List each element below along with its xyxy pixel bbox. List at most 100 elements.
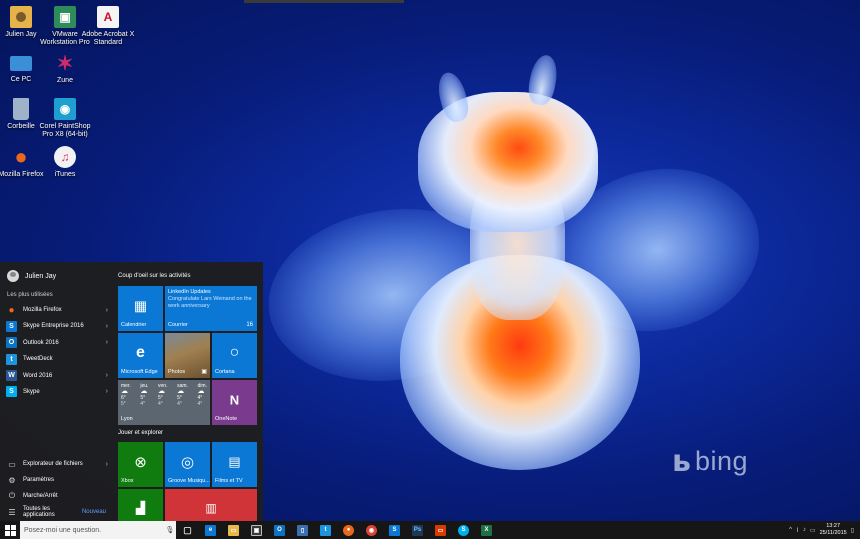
chevron-right-icon[interactable]: › [100,388,108,395]
chevron-right-icon[interactable]: › [106,461,108,468]
app-red-icon: ▭ [435,524,446,536]
zune-icon: ✶ [56,52,74,75]
file-explorer-icon: ▭ [228,524,239,536]
taskbar-photoshop[interactable]: Ps [406,521,429,539]
tile-group-title: Coup d'oeil sur les activités [118,273,191,279]
most-used-header: Les plus utilisées [7,292,53,298]
taskbar-red-app[interactable]: ▭ [429,521,452,539]
tile-money[interactable]: ▟ [118,489,163,521]
onenote-icon: N [229,392,240,408]
bing-watermark: ь bing [672,446,748,477]
tile-xbox[interactable]: ⊗ Xbox [118,442,163,487]
tile-films-tv[interactable]: ▤ Films et TV [212,442,257,487]
start-system-list: ▭ Explorateur de fichiers › ⚙ Paramètres… [6,456,108,520]
system-item-label: Paramètres [23,477,55,483]
desktop-icon-paintshop[interactable]: ◉ Corel PaintShop Pro X8 (64-bit) [37,98,93,139]
photos-icon: ▣ [201,369,207,375]
tile-groove[interactable]: ◎ Groove Musiqu... [165,442,210,487]
all-apps-item[interactable]: ☰ Toutes les applications Nouveau [6,504,108,520]
tile-group-title: Jouer et explorer [118,430,164,436]
taskbar-skype[interactable]: S [452,521,475,539]
most-used-list: ● Mozilla Firefox › S Skype Entreprise 2… [6,302,108,400]
app-item-outlook[interactable]: O Outlook 2016 › [6,335,108,351]
app-item-tweetdeck[interactable]: t TweetDeck [6,351,108,367]
taskbar-excel[interactable]: X [475,521,498,539]
tile-calendar[interactable]: ▦ Calendrier [118,286,163,331]
desktop-icon-zune[interactable]: ✶ Zune [37,52,93,85]
tile-photos[interactable]: Photos ▣ [165,333,210,378]
user-folder-icon [10,6,32,28]
clock[interactable]: 13:27 25/11/2015 [820,523,847,537]
taskbar-firefox[interactable]: ● [337,521,360,539]
mail-preview: Congratulate Lars Weinand on the work an… [168,296,252,309]
app-item-label: Word 2016 [23,372,53,379]
taskbar-store[interactable]: ▣ [245,521,268,539]
tile-label: Cortana [215,369,235,375]
all-apps-icon: ☰ [8,507,16,517]
edge-icon: e [205,524,216,536]
taskbar-outlook[interactable]: O [268,521,291,539]
app-item-skype[interactable]: S Skype › [6,384,108,400]
chevron-up-icon[interactable]: ^ [789,527,792,533]
app-item-firefox[interactable]: ● Mozilla Firefox › [6,302,108,318]
tile-weather[interactable]: mer. ☁ 6° 5° jeu. ☁ 5° 4° ven. ☁ 5° 4° sam. ☁ 5° 4° … [118,380,210,425]
skype-business-icon: S [389,524,400,536]
microphone-icon[interactable]: 🎙 [164,526,176,534]
chevron-right-icon[interactable]: › [100,339,108,346]
edge-icon: e [136,344,145,362]
volume-icon[interactable]: ♪ [803,527,806,533]
file-explorer-item[interactable]: ▭ Explorateur de fichiers › [6,456,108,472]
money-chart-icon: ▟ [135,501,146,516]
computer-icon [10,56,32,71]
start-button[interactable] [0,521,20,539]
tile-news[interactable]: ▥ [165,489,257,521]
settings-icon: ⚙ [8,475,16,485]
network-icon[interactable]: ⌇ [796,527,799,534]
desktop-icon-acrobat[interactable]: A Adobe Acrobat X Standard [80,6,136,47]
tile-label: Lyon [121,416,133,422]
power-item[interactable]: ⏻ Marche/Arrêt [6,488,108,504]
app-item-skype-entreprise[interactable]: S Skype Entreprise 2016 › [6,318,108,334]
calendar-icon: ▦ [133,297,148,314]
tile-label: Microsoft Edge [121,369,158,375]
app-item-word[interactable]: W Word 2016 › [6,368,108,384]
cortana-icon: ○ [229,344,240,362]
task-view-icon[interactable]: ▢ [176,521,199,539]
taskbar-chrome[interactable]: ◉ [360,521,383,539]
forecast-day: ven. ☁ 5° 4° [158,383,168,407]
chevron-right-icon[interactable]: › [100,307,108,314]
system-tray: ^ ⌇ ♪ ▭ 13:27 25/11/2015 ▯ [789,521,860,539]
tile-cortana[interactable]: ○ Cortana [212,333,257,378]
clock-time: 13:27 [826,523,840,529]
search-box[interactable]: Posez-moi une question. 🎙 [20,521,176,539]
taskbar-file-explorer[interactable]: ▭ [222,521,245,539]
tile-edge[interactable]: e Microsoft Edge [118,333,163,378]
battery-icon[interactable]: ▭ [810,527,816,534]
system-item-label: Explorateur de fichiers [23,461,83,467]
settings-item[interactable]: ⚙ Paramètres [6,472,108,488]
taskbar-edge[interactable]: e [199,521,222,539]
desktop-icon-itunes[interactable]: ♫ iTunes [37,146,93,179]
taskbar-files[interactable]: ▯ [291,521,314,539]
start-user[interactable]: Julien Jay [7,270,56,282]
forecast-day: jeu. ☁ 5° 4° [140,383,149,407]
desktop-icon-label: Julien Jay [5,31,37,38]
tile-label: OneNote [215,416,238,422]
tile-onenote[interactable]: N OneNote [212,380,257,425]
taskbar-tweetdeck[interactable]: t [314,521,337,539]
word-icon: W [6,370,17,382]
tile-label: Groove Musiqu... [168,478,210,484]
weather-forecast: mer. ☁ 6° 5° jeu. ☁ 5° 4° ven. ☁ 5° 4° sam. ☁ 5° 4° … [121,383,207,407]
excel-icon: X [481,524,492,536]
action-center-icon[interactable]: ▯ [851,527,854,534]
app-item-label: Skype Entreprise 2016 [23,323,84,330]
chevron-right-icon[interactable]: › [100,372,108,379]
mail-sender: LinkedIn Updates [168,289,211,295]
acrobat-icon: A [97,6,119,28]
taskbar-skype-business[interactable]: S [383,521,406,539]
chevron-right-icon[interactable]: › [100,323,108,330]
tile-mail[interactable]: LinkedIn Updates Congratulate Lars Weina… [165,286,257,331]
itunes-icon: ♫ [54,146,76,168]
recycle-bin-icon [13,98,29,120]
skype-business-icon: S [6,320,17,332]
